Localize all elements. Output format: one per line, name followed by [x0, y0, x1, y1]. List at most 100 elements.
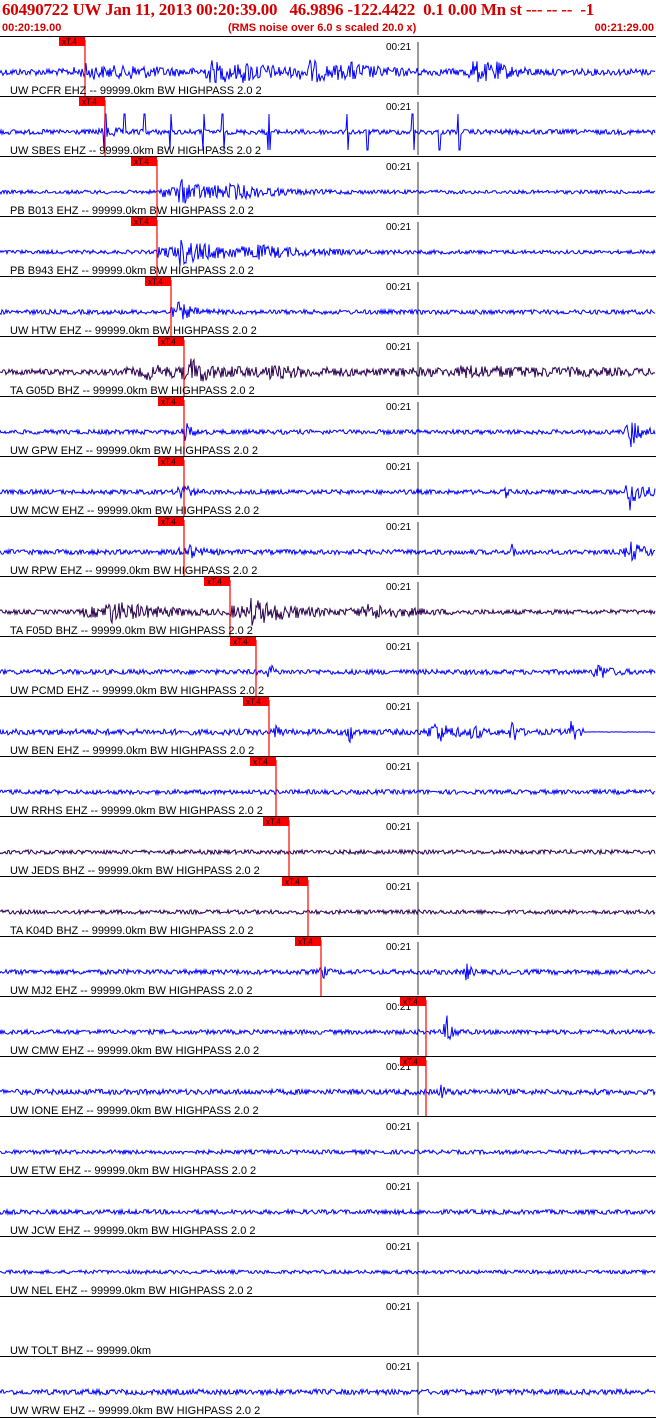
pick-label: xT.4: [403, 1058, 418, 1067]
pick-label: xT.4: [148, 278, 163, 287]
time-tick-label: 00:21: [386, 462, 411, 473]
trace-row: 00:21 xT.4 UW MCW EHZ -- 99999.0km BW HIGH…: [0, 456, 656, 517]
pick-label: xT.4: [253, 758, 268, 767]
trace-row: 00:21xT.4UW IONE EHZ -- 99999.0km BW HIG…: [0, 1056, 656, 1117]
time-tick-label: 00:21: [386, 1362, 411, 1373]
station-label: UW MCW EHZ -- 99999.0km BW HIGHPASS 2.0 …: [10, 505, 259, 517]
end-time: 00:21:29.00: [594, 22, 654, 34]
station-label: UW PCFR EHZ -- 99999.0km BW HIGHPASS 2.0…: [10, 85, 262, 97]
time-tick-label: 00:21: [386, 1242, 411, 1253]
event-title: 60490722 UW Jan 11, 2013 00:20:39.00 46.…: [2, 0, 595, 19]
waveform: [0, 422, 656, 448]
waveform: [0, 1387, 656, 1397]
pick-label: xT.4: [161, 398, 176, 407]
time-tick-label: 00:21: [386, 102, 411, 113]
waveform: [0, 1084, 656, 1099]
pick-label: xT.4: [134, 158, 149, 167]
trace-row: 00:21 xT.4 TA F05D BHZ -- 99999.0km BW HIG…: [0, 576, 656, 637]
time-tick-label: 00:21: [386, 1302, 411, 1313]
time-tick-label: 00:21: [386, 882, 411, 893]
trace-row: 00:21 xT.4 PB B943 EHZ -- 99999.0km BW HIG…: [0, 216, 656, 277]
time-tick-label: 00:21: [386, 702, 411, 713]
station-label: UW RRHS EHZ -- 99999.0km BW HIGHPASS 2.0…: [10, 805, 263, 817]
pick-label: xT.4: [403, 998, 418, 1007]
time-tick-label: 00:21: [386, 282, 411, 293]
pick-label: xT.4: [161, 458, 176, 467]
station-label: UW BEN EHZ -- 99999.0km BW HIGHPASS 2.0 …: [10, 745, 254, 757]
trace-row: 00:21 xT.4 UW SBES EHZ -- 99999.0km BW HIG…: [0, 96, 656, 157]
time-tick-label: 00:21: [386, 822, 411, 833]
station-label: UW JEDS BHZ -- 99999.0km BW HIGHPASS 2.0…: [10, 865, 260, 877]
trace-row: 00:21 UW JCW EHZ -- 99999.0km BW HIGHPASS…: [0, 1176, 656, 1237]
station-label: UW HTW EHZ -- 99999.0km BW HIGHPASS 2.0 …: [10, 325, 257, 337]
start-time: 00:20:19.00: [2, 22, 62, 34]
time-tick-label: 00:21: [386, 642, 411, 653]
time-tick-label: 00:21: [386, 222, 411, 233]
trace-row: 00:21 xT.4 TA K04D BHZ -- 99999.0km BW HIG…: [0, 876, 656, 937]
time-tick-label: 00:21: [386, 762, 411, 773]
station-label: UW RPW EHZ -- 99999.0km BW HIGHPASS 2.0 …: [10, 565, 257, 577]
trace-row: 00:21 xT.4 UW JEDS BHZ -- 99999.0km BW HIG…: [0, 816, 656, 877]
waveform: [0, 541, 656, 563]
trace-row: 00:21xT.4UW CMW EHZ -- 99999.0km BW HIGH…: [0, 996, 656, 1057]
waveform: [0, 1207, 656, 1217]
trace-row: 00:21 xT.4 UW RRHS EHZ -- 99999.0km BW HIG…: [0, 756, 656, 817]
time-tick-label: 00:21: [386, 162, 411, 173]
station-label: TA K04D BHZ -- 99999.0km BW HIGHPASS 2.0…: [10, 925, 254, 937]
pick-label: xT.4: [233, 638, 248, 647]
pick-label: xT.4: [161, 518, 176, 527]
time-tick-label: 00:21: [386, 1182, 411, 1193]
waveform: [0, 239, 656, 267]
time-tick-label: 00:21: [386, 582, 411, 593]
waveform: [0, 848, 656, 856]
time-tick-label: 00:21: [386, 942, 411, 953]
pick-label: xT.4: [134, 218, 149, 227]
time-tick-label: 00:21: [386, 522, 411, 533]
trace-row: 00:21 UW TOLT BHZ -- 99999.0km: [0, 1296, 656, 1357]
station-label: TA G05D BHZ -- 99999.0km BW HIGHPASS 2.0…: [10, 385, 255, 397]
waveform: [0, 908, 656, 916]
waveform: [0, 720, 655, 744]
pick-label: xT.4: [207, 578, 222, 587]
trace-row: 00:21 UW ETW EHZ -- 99999.0km BW HIGHPASS…: [0, 1116, 656, 1177]
trace-row: 00:21 xT.4 UW BEN EHZ -- 99999.0km BW HIGH…: [0, 696, 656, 757]
waveform: [0, 301, 656, 320]
waveform: [0, 664, 656, 678]
time-tick-label: 00:21: [386, 342, 411, 353]
pick-label: xT.4: [82, 98, 97, 107]
waveform: [0, 58, 656, 84]
trace-row: 00:21 xT.4 TA G05D BHZ -- 99999.0km BW HIG…: [0, 336, 656, 397]
station-label: UW JCW EHZ -- 99999.0km BW HIGHPASS 2.0 …: [10, 1225, 256, 1237]
trace-row: 00:21 xT.4 UW MJ2 EHZ -- 99999.0km BW HIGH…: [0, 936, 656, 997]
station-label: UW PCMD EHZ -- 99999.0km BW HIGHPASS 2.0…: [10, 685, 264, 697]
trace-row: 00:21 xT.4 UW PCMD EHZ -- 99999.0km BW HIG…: [0, 636, 656, 697]
time-tick-label: 00:21: [386, 42, 411, 53]
rms-note: (RMS noise over 6.0 s scaled 20.0 x): [228, 22, 417, 34]
station-label: UW ETW EHZ -- 99999.0km BW HIGHPASS 2.0 …: [10, 1165, 256, 1177]
station-label: PB B013 EHZ -- 99999.0km BW HIGHPASS 2.0…: [10, 205, 254, 217]
pick-label: xT.4: [298, 938, 313, 947]
trace-row: 00:21 xT.4 UW HTW EHZ -- 99999.0km BW HIGH…: [0, 276, 656, 337]
pick-label: xT.4: [246, 698, 261, 707]
station-label: UW NEL EHZ -- 99999.0km BW HIGHPASS 2.0 …: [10, 1285, 253, 1297]
trace-row: 00:21 xT.4 UW RPW EHZ -- 99999.0km BW HIGH…: [0, 516, 656, 577]
station-label: UW CMW EHZ -- 99999.0km BW HIGHPASS 2.0 …: [10, 1045, 259, 1057]
waveform: [0, 1148, 656, 1156]
station-label: UW TOLT BHZ -- 99999.0km: [10, 1345, 151, 1357]
header-bar: 60490722 UW Jan 11, 2013 00:20:39.00 46.…: [0, 0, 656, 36]
station-label: UW IONE EHZ -- 99999.0km BW HIGHPASS 2.0…: [10, 1105, 259, 1117]
pick-label: xT.4: [62, 38, 77, 47]
trace-row: 00:21 UW NEL EHZ -- 99999.0km BW HIGHPASS…: [0, 1236, 656, 1297]
waveform: [0, 1015, 656, 1041]
seismogram-panel: 00:21xT.4UW PCFR EHZ -- 99999.0km BW HIG…: [0, 36, 656, 1418]
station-label: UW MJ2 EHZ -- 99999.0km BW HIGHPASS 2.0 …: [10, 985, 252, 997]
waveform: [0, 358, 656, 382]
waveform: [0, 179, 656, 204]
waveform: [0, 787, 656, 797]
station-label: TA F05D BHZ -- 99999.0km BW HIGHPASS 2.0…: [10, 625, 253, 637]
station-label: UW WRW EHZ -- 99999.0km BW HIGHPASS 2.0 …: [10, 1405, 260, 1417]
trace-row: 00:21 xT.4 UW GPW EHZ -- 99999.0km BW HIGH…: [0, 396, 656, 457]
pick-label: xT.4: [161, 338, 176, 347]
trace-row: 00:21 xT.4 UW PCFR EHZ -- 99999.0km BW HIG…: [0, 36, 656, 97]
trace-row: 00:21 UW WRW EHZ -- 99999.0km BW HIGHPASS…: [0, 1356, 656, 1417]
